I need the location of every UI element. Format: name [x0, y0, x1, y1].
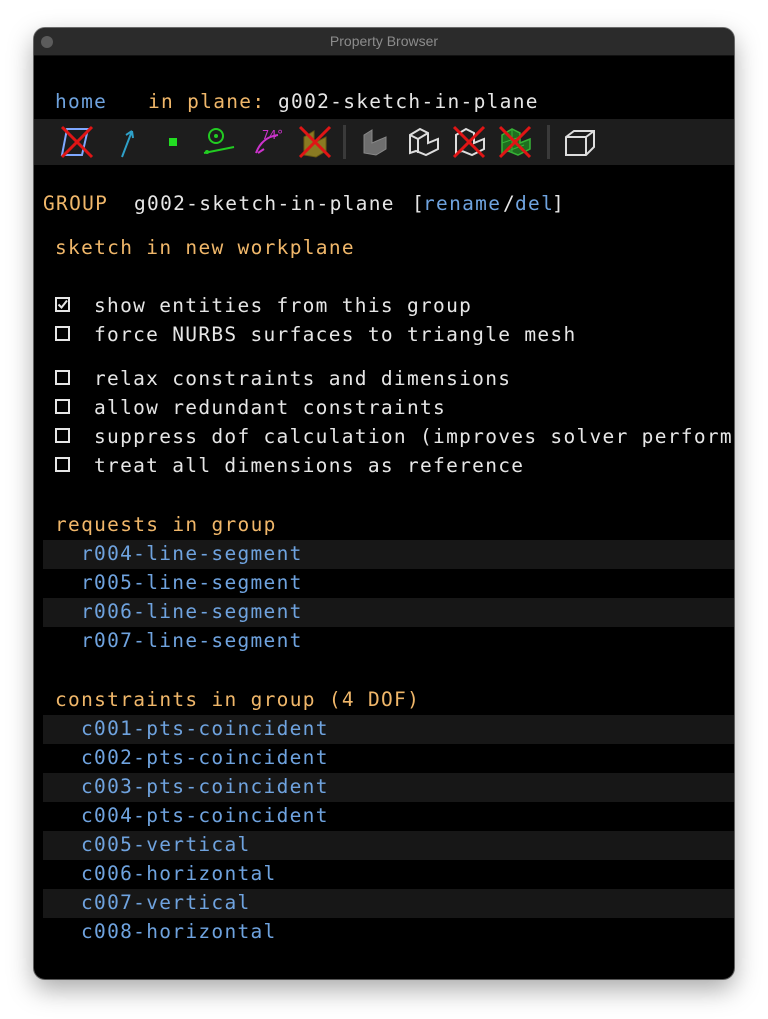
force-nurbs-label[interactable]: force NURBS surfaces to triangle mesh [94, 324, 576, 346]
force-nurbs-checkbox[interactable] [55, 326, 70, 341]
browser-content: home in plane: g002-sketch-in-plane 74° … [34, 56, 734, 979]
normals-icon[interactable] [110, 123, 150, 161]
shaded-icon[interactable] [356, 123, 396, 161]
requests-heading: requests in group [55, 513, 277, 536]
faces-hidden-icon[interactable] [296, 123, 336, 161]
constraint-row[interactable]: c006-horizontal [43, 860, 734, 889]
constraint-row[interactable]: c005-vertical [43, 831, 734, 860]
request-link[interactable]: r007-line-segment [81, 630, 303, 652]
suppress-dof-label[interactable]: suppress dof calculation (improves solve… [94, 426, 733, 448]
home-link[interactable]: home [55, 91, 107, 113]
request-row[interactable]: r006-line-segment [43, 598, 734, 627]
property-browser-window: Property Browser home in plane: g002-ske… [34, 28, 734, 979]
rename-link[interactable]: rename [423, 193, 501, 215]
perspective-icon[interactable] [560, 123, 600, 161]
constraint-row[interactable]: c003-pts-coincident [43, 773, 734, 802]
constraint-row[interactable]: c007-vertical [43, 889, 734, 918]
mesh-hidden-icon[interactable] [496, 123, 536, 161]
workplanes-hidden-icon[interactable] [58, 123, 98, 161]
constraints-icon[interactable] [198, 123, 238, 161]
constraint-link[interactable]: c003-pts-coincident [81, 776, 329, 798]
constraints-heading: constraints in group (4 DOF) [55, 688, 421, 711]
show-entities-label[interactable]: show entities from this group [94, 295, 472, 317]
toolbar-separator [343, 125, 346, 159]
constraint-link[interactable]: c005-vertical [81, 834, 251, 856]
in-plane-value: g002-sketch-in-plane [278, 90, 539, 113]
allow-redundant-label[interactable]: allow redundant constraints [94, 397, 446, 419]
delete-link[interactable]: del [515, 193, 554, 215]
allow-redundant-checkbox[interactable] [55, 399, 70, 414]
toolbar-separator [547, 125, 550, 159]
request-row[interactable]: r007-line-segment [43, 627, 734, 656]
constraint-row[interactable]: c002-pts-coincident [43, 744, 734, 773]
constraint-row[interactable]: c004-pts-coincident [43, 802, 734, 831]
group-type: sketch in new workplane [55, 236, 355, 259]
outlines-hidden-icon[interactable] [450, 123, 490, 161]
edges-icon[interactable] [404, 123, 444, 161]
constraint-row[interactable]: c008-horizontal [43, 918, 734, 947]
relax-constraints-checkbox[interactable] [55, 370, 70, 385]
group-label: GROUP [43, 192, 109, 215]
constraint-link[interactable]: c004-pts-coincident [81, 805, 329, 827]
request-row[interactable]: r005-line-segment [43, 569, 734, 598]
request-link[interactable]: r004-line-segment [81, 543, 303, 565]
points-icon[interactable] [158, 123, 198, 161]
request-link[interactable]: r005-line-segment [81, 572, 303, 594]
angle-label: 74° [262, 128, 284, 142]
in-plane-label: in plane: [148, 90, 266, 113]
request-row[interactable]: r004-line-segment [43, 540, 734, 569]
suppress-dof-checkbox[interactable] [55, 428, 70, 443]
constraint-link[interactable]: c001-pts-coincident [81, 718, 329, 740]
constraint-link[interactable]: c002-pts-coincident [81, 747, 329, 769]
constraint-row[interactable]: c001-pts-coincident [43, 715, 734, 744]
reference-dimensions-label[interactable]: treat all dimensions as reference [94, 455, 524, 477]
visibility-toolbar: 74° [34, 119, 734, 165]
relax-constraints-label[interactable]: relax constraints and dimensions [94, 368, 511, 390]
reference-dimensions-checkbox[interactable] [55, 457, 70, 472]
constraint-link[interactable]: c008-horizontal [81, 921, 277, 943]
title-bar[interactable]: Property Browser [34, 28, 734, 56]
group-name: g002-sketch-in-plane [134, 192, 395, 215]
dimensions-icon[interactable]: 74° [248, 123, 288, 161]
window-title: Property Browser [329, 33, 439, 49]
constraint-link[interactable]: c006-horizontal [81, 863, 277, 885]
show-entities-checkbox[interactable] [55, 297, 70, 312]
bracket-close: ] [552, 192, 566, 215]
request-link[interactable]: r006-line-segment [81, 601, 303, 623]
constraint-link[interactable]: c007-vertical [81, 892, 251, 914]
